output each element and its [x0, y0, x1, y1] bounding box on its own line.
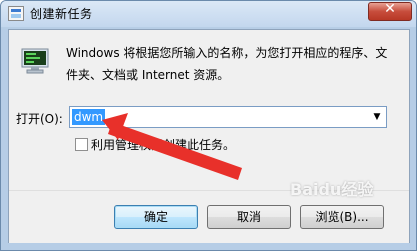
annotation-arrow [102, 113, 242, 180]
watermark-text: Baidu经验 [290, 180, 374, 199]
